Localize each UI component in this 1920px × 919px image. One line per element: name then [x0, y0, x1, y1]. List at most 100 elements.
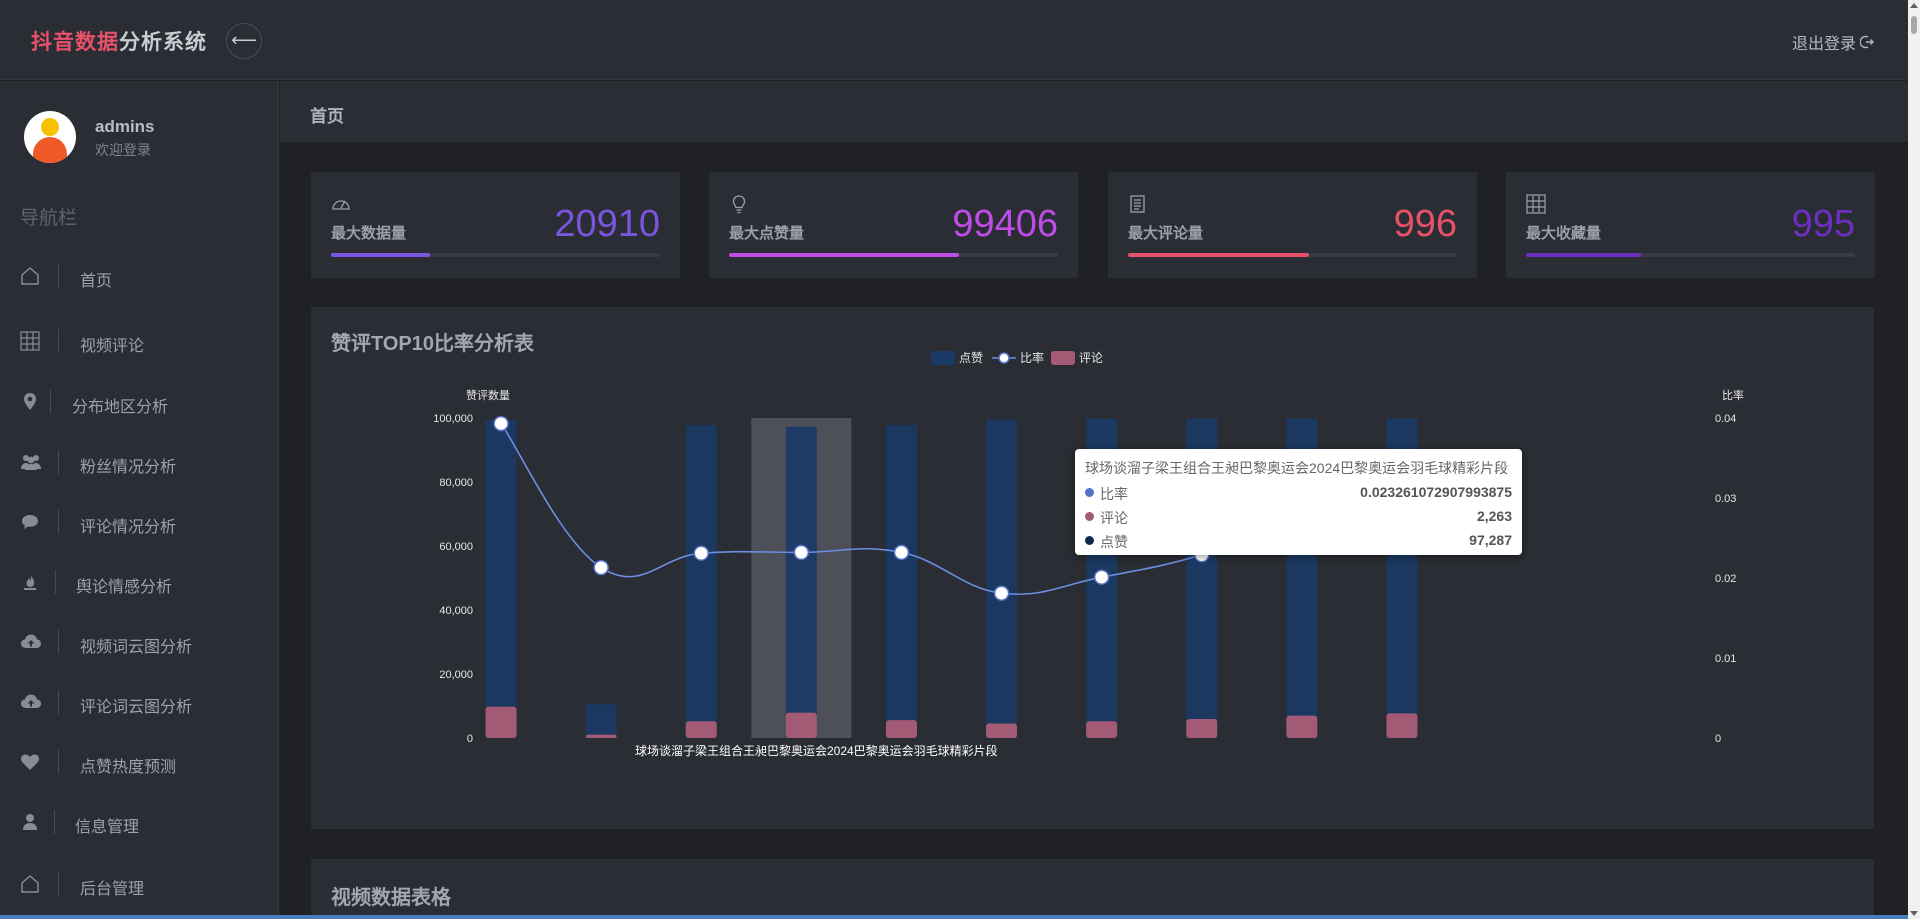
bottom-border	[0, 915, 1908, 919]
legend-swatch-likes	[931, 351, 955, 365]
user-name: admins	[95, 117, 155, 136]
sidebar-item-admin[interactable]: 后台管理	[0, 860, 279, 910]
legend-label: 点赞	[959, 351, 983, 365]
lightbulb-icon	[729, 194, 749, 214]
logout-icon	[1859, 35, 1874, 54]
tooltip-row-name: 点赞	[1100, 534, 1128, 550]
dashboard-icon	[331, 194, 351, 214]
sidebar-item-video-wordcloud[interactable]: 视频词云图分析	[0, 618, 279, 668]
sidebar-item-info-management[interactable]: 信息管理	[0, 798, 279, 848]
comment-bar	[986, 723, 1018, 738]
logout-label: 退出登录	[1791, 36, 1856, 53]
like-bar	[885, 425, 917, 738]
comment-bar	[1086, 721, 1118, 738]
main-content: 首页 最大数据量 20910 最大点赞量 99406 最大评论量 996 最大收…	[280, 81, 1908, 919]
y-axis-right-label: 比率	[1722, 388, 1744, 402]
app-root: 抖音数据分析系统 ⟵ 退出登录 admins 欢迎登录 导航栏 首页 视频评论	[0, 0, 1920, 919]
stat-value: 996	[1393, 203, 1457, 245]
comment-bar	[485, 706, 517, 738]
sidebar-item-home[interactable]: 首页	[0, 252, 279, 302]
tooltip-row-name: 评论	[1100, 510, 1128, 526]
sidebar-item-label: 粉丝情况分析	[80, 459, 177, 476]
ratio-point	[893, 544, 910, 561]
sidebar-item-label: 首页	[80, 273, 113, 290]
collapse-sidebar-button[interactable]: ⟵	[226, 23, 262, 59]
tooltip-row: 点赞 97,287	[1085, 531, 1512, 551]
brand-highlight: 抖音数据	[31, 31, 119, 54]
ratio-chart[interactable]: 赞评数量 比率100,00080,00060,00040,00020,00000.…	[311, 307, 1874, 829]
arrow-left-icon: ⟵	[231, 30, 257, 50]
tooltip-row-value: 97,287	[1469, 532, 1512, 548]
brand-logo[interactable]: 抖音数据分析系统	[31, 26, 207, 56]
sidebar-item-comment-wordcloud[interactable]: 评论词云图分析	[0, 678, 279, 728]
fire-icon	[20, 572, 40, 592]
brand-rest: 分析系统	[119, 31, 207, 54]
sidebar-item-region-analysis[interactable]: 分布地区分析	[0, 378, 279, 428]
scroll-down-icon[interactable]	[1910, 911, 1918, 916]
tooltip-row-name: 比率	[1100, 486, 1128, 502]
stat-label: 最大评论量	[1128, 225, 1204, 242]
chart-tooltip: 球场谈溜子梁王组合王昶巴黎奥运会2024巴黎奥运会羽毛球精彩片段 比率 0.02…	[1075, 449, 1522, 555]
y-axis-left-label: 赞评数量	[466, 389, 510, 402]
stat-card-max-comments: 最大评论量 996	[1108, 172, 1477, 278]
scroll-thumb[interactable]	[1911, 16, 1917, 34]
sidebar-item-label: 点赞热度预测	[80, 759, 177, 776]
comment-bar	[1286, 715, 1318, 738]
sidebar-item-label: 视频词云图分析	[80, 639, 193, 656]
ratio-point	[493, 415, 509, 432]
stat-progress	[729, 253, 1058, 257]
users-icon	[20, 452, 41, 472]
home-icon	[20, 266, 40, 286]
home-icon	[20, 874, 40, 894]
stat-progress	[1128, 253, 1457, 257]
like-bar	[485, 419, 517, 738]
sidebar-item-label: 舆论情感分析	[76, 579, 173, 596]
y-tick-left: 0	[467, 733, 473, 745]
page-scrollbar[interactable]	[1908, 0, 1920, 919]
nav-title: 导航栏	[20, 208, 78, 229]
like-bar	[986, 419, 1018, 738]
stat-progress-fill	[331, 253, 430, 257]
avatar[interactable]	[24, 111, 76, 163]
sidebar-item-comment-analysis[interactable]: 评论情况分析	[0, 498, 279, 548]
comment-bar	[1386, 713, 1418, 738]
sidebar-item-label: 视频评论	[80, 338, 145, 355]
stat-value: 20910	[554, 203, 660, 245]
y-tick-right: 0.02	[1715, 573, 1736, 585]
ratio-point	[593, 559, 609, 576]
comment-bar	[685, 721, 717, 738]
tooltip-row-value: 0.023261072907993875	[1360, 484, 1512, 500]
y-tick-right: 0.03	[1715, 493, 1736, 505]
chart-panel: 赞评TOP10比率分析表 赞评数量 比率 100,000 80,000 60,000 40…	[311, 307, 1874, 829]
like-bar	[685, 425, 717, 738]
sidebar-item-video-comments[interactable]: 视频评论	[0, 317, 279, 367]
y-tick-right: 0.01	[1715, 653, 1736, 665]
comment-bar	[1186, 718, 1218, 738]
scroll-up-icon[interactable]	[1910, 3, 1918, 8]
tooltip-row: 评论 2,263	[1085, 507, 1512, 527]
breadcrumb: 首页	[280, 81, 1908, 142]
sidebar-item-like-prediction[interactable]: 点赞热度预测	[0, 738, 279, 788]
stat-progress	[331, 253, 660, 257]
stat-progress	[1526, 253, 1855, 257]
comment-icon	[20, 512, 40, 532]
tooltip-row-value: 2,263	[1476, 508, 1512, 524]
stat-progress-fill	[1526, 253, 1642, 257]
document-icon	[1128, 194, 1148, 214]
legend-dot	[1085, 512, 1094, 521]
x-tick-label: 球场谈溜子梁王组合王昶巴黎奥运会2024巴黎奥运会羽毛球精彩片段	[635, 743, 998, 758]
logout-button[interactable]: 退出登录	[1792, 30, 1874, 54]
legend-swatch-ratio-dot	[998, 352, 1010, 364]
table-icon	[1526, 194, 1546, 214]
stat-label: 最大收藏量	[1526, 225, 1602, 242]
sidebar-item-fans-analysis[interactable]: 粉丝情况分析	[0, 438, 279, 488]
sidebar-item-label: 评论情况分析	[80, 519, 177, 536]
sidebar-item-label: 信息管理	[75, 819, 140, 836]
stat-card-max-likes: 最大点赞量 99406	[709, 172, 1078, 278]
legend-dot	[1085, 536, 1094, 545]
top-header: 抖音数据分析系统 ⟵ 退出登录	[0, 0, 1908, 80]
like-bar	[785, 426, 817, 738]
sidebar-item-sentiment-analysis[interactable]: 舆论情感分析	[0, 558, 279, 608]
y-tick-left: 80,000	[439, 477, 473, 489]
user-icon	[20, 812, 40, 832]
